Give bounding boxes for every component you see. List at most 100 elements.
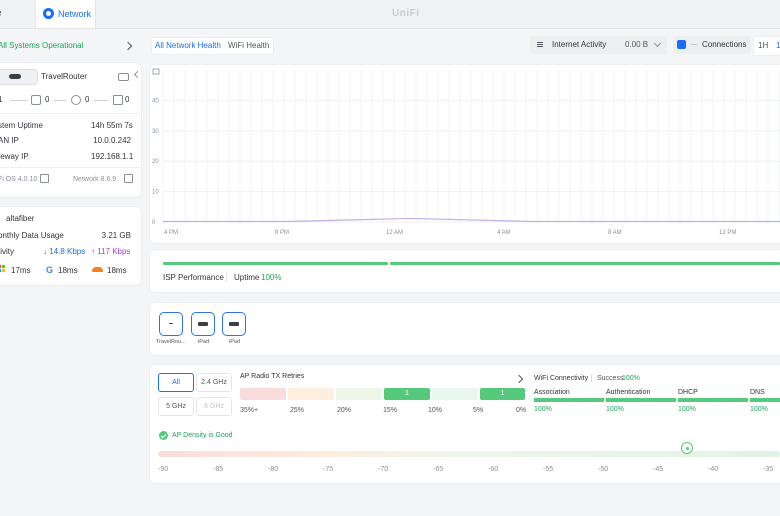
retry-bucket-0: 1	[480, 388, 525, 400]
usage-value: 3.21 GB	[101, 231, 131, 240]
stage-bar	[750, 398, 780, 402]
connections-toggle[interactable]: Connections	[673, 36, 751, 54]
device-ipad-2[interactable]	[222, 312, 246, 336]
network-version: Network 8.6.9	[73, 176, 117, 183]
retry-bucket-20	[336, 388, 382, 400]
activity-select-value: 0.00 B	[625, 40, 649, 49]
switch-icon	[31, 95, 41, 105]
range-other[interactable]: 1	[776, 41, 780, 51]
access-point-icon	[71, 95, 81, 105]
monitor-icon	[113, 95, 123, 105]
device-label: iPad	[198, 339, 210, 345]
success-value: 100%	[622, 375, 640, 382]
usage-label: onthly Data Usage	[0, 231, 64, 240]
gateway-ip-value: 192.168.1.1	[91, 152, 134, 161]
density-label: AP Density is Good	[172, 432, 233, 439]
cloudflare-icon	[92, 267, 103, 272]
system-status[interactable]: All Systems Operational	[0, 38, 140, 52]
stage-dhcp-value: 100%	[678, 406, 696, 413]
isp-performance-card	[149, 249, 780, 293]
latency-google: 18ms	[58, 266, 78, 275]
time-range-select: 1H 1	[753, 36, 780, 56]
aps-count: 0	[85, 95, 90, 104]
uptime-bar	[390, 262, 780, 265]
x-tick-label: 12 AM	[386, 230, 403, 236]
tab-previous-label: e	[0, 8, 2, 19]
stage-bar	[606, 398, 676, 402]
density-scale-label: -50	[598, 466, 609, 473]
google-icon: G	[46, 265, 54, 275]
stage-association-label: Association	[534, 389, 570, 396]
activity-label: tivity	[0, 247, 14, 256]
uptime-value: 100%	[261, 273, 282, 282]
retry-bucket-35	[240, 388, 286, 400]
activity-chart: 0 10 20 30 40 4 PM 8 PM 12 AM 4 AM 8 AM 12 PM	[152, 68, 780, 236]
download-rate: ↓ 14.8 Kbps	[43, 247, 86, 256]
y-tick-label: 0	[152, 220, 156, 226]
tab-all-network-health[interactable]: All Network Health	[155, 41, 221, 51]
density-scale-label: -85	[213, 466, 224, 473]
activity-icon	[537, 42, 543, 43]
router-image	[0, 69, 38, 85]
router-icon	[118, 73, 129, 81]
retry-label: 0%	[516, 407, 527, 414]
density-scale-label: -90	[158, 466, 169, 473]
release-notes-icon[interactable]	[124, 174, 133, 183]
clients-count: 1	[0, 95, 3, 104]
band-all-button[interactable]: All	[158, 373, 194, 392]
wan-ip-value: 10.0.0.242	[93, 136, 131, 145]
brand-logo: UniFi	[392, 8, 420, 19]
uptime-label: Uptime	[234, 273, 260, 282]
checkbox-checked-icon[interactable]	[677, 40, 686, 49]
x-tick-label: 8 AM	[608, 230, 622, 236]
microsoft-icon	[0, 265, 6, 273]
band-5-button[interactable]: 5 GHz	[158, 397, 194, 416]
network-icon	[43, 8, 54, 19]
retry-label: 15%	[383, 407, 398, 414]
status-label: All Systems Operational	[0, 41, 84, 50]
density-scale-label: -60	[488, 466, 499, 473]
uptime-bar	[163, 262, 388, 265]
x-tick-label: 12 PM	[719, 230, 736, 236]
divider	[54, 100, 66, 101]
x-tick-label: 8 PM	[275, 230, 289, 236]
density-scale-label: -40	[708, 466, 719, 473]
switches-count: 0	[45, 95, 50, 104]
wan-ip-label: AN IP	[0, 136, 19, 145]
internet-activity-select[interactable]: Internet Activity 0.00 B	[530, 36, 667, 54]
x-tick-label: 4 AM	[497, 230, 511, 236]
stage-bar	[678, 398, 748, 402]
divider	[94, 100, 108, 101]
uptime-label: stem Uptime	[0, 121, 43, 130]
isp-name: altafiber	[6, 214, 35, 223]
density-scale-label: -75	[323, 466, 334, 473]
uptime-value: 14h 55m 7s	[91, 121, 133, 130]
y-tick-label: 40	[152, 98, 159, 104]
stage-dns-value: 100%	[750, 406, 768, 413]
retry-bucket-25	[288, 388, 334, 400]
device-travelrouter[interactable]	[159, 312, 183, 336]
chevron-down-icon	[653, 39, 662, 48]
tab-network[interactable]: Network	[35, 0, 96, 28]
range-1h[interactable]: 1H	[758, 41, 768, 51]
stage-authentication-label: Authentication	[606, 389, 651, 396]
chart-legend-icon	[152, 68, 160, 75]
band-6-button[interactable]: 6 GHz	[196, 397, 232, 416]
upload-rate: ↑ 117 Kbps	[91, 247, 131, 256]
density-scale-label: -35	[763, 466, 774, 473]
x-tick-label: 4 PM	[164, 230, 178, 236]
stage-authentication-value: 100%	[606, 406, 624, 413]
stage-dhcp-label: DHCP	[678, 389, 698, 396]
density-scale-label: -70	[378, 466, 389, 473]
band-2-4-button[interactable]: 2.4 GHz	[196, 373, 232, 392]
tab-previous[interactable]: e	[0, 0, 32, 28]
tab-wifi-health[interactable]: WiFi Health	[228, 41, 269, 51]
latency-cloudflare: 18ms	[107, 266, 127, 275]
density-scale-label: -80	[268, 466, 279, 473]
density-scale-label: -55	[543, 466, 554, 473]
retry-bucket-15: 1	[384, 388, 430, 400]
release-notes-icon[interactable]	[40, 174, 49, 183]
isp-performance-label: ISP Performance	[163, 273, 224, 282]
device-label: TravelRou...	[156, 339, 186, 345]
device-ipad-1[interactable]	[191, 312, 215, 336]
